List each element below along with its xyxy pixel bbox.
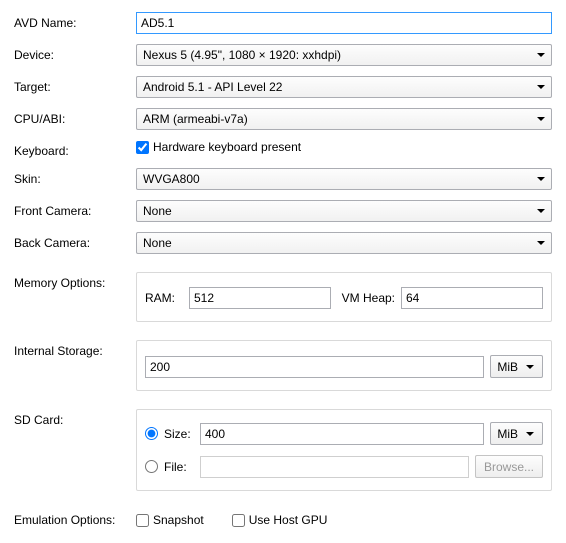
front-camera-value: None [143,204,537,218]
cpu-abi-label: CPU/ABI: [14,108,136,126]
avd-name-input[interactable] [136,12,552,34]
ram-input[interactable] [189,287,331,309]
device-dropdown[interactable]: Nexus 5 (4.95", 1080 × 1920: xxhdpi) [136,44,552,66]
sd-file-input [200,456,469,478]
snapshot-text: Snapshot [153,513,204,527]
chevron-down-icon [537,209,545,213]
back-camera-value: None [143,236,537,250]
front-camera-label: Front Camera: [14,200,136,218]
memory-options-label: Memory Options: [14,272,136,290]
internal-storage-unit-text: MiB [497,360,518,374]
sd-size-radio[interactable] [145,427,158,440]
sd-file-label: File: [164,460,194,474]
chevron-down-icon [537,177,545,181]
internal-storage-unit-dropdown[interactable]: MiB [490,355,543,378]
chevron-down-icon [537,85,545,89]
emulation-options-label: Emulation Options: [14,509,136,527]
back-camera-label: Back Camera: [14,232,136,250]
back-camera-dropdown[interactable]: None [136,232,552,254]
chevron-down-icon [537,117,545,121]
chevron-down-icon [537,241,545,245]
use-host-gpu-text: Use Host GPU [249,513,328,527]
sd-size-unit-text: MiB [497,427,518,441]
snapshot-checkbox-wrap[interactable]: Snapshot [136,513,204,527]
target-label: Target: [14,76,136,94]
ram-label: RAM: [145,291,183,305]
sd-file-radio[interactable] [145,460,158,473]
cpu-abi-value: ARM (armeabi-v7a) [143,112,537,126]
internal-storage-label: Internal Storage: [14,340,136,358]
vm-heap-input[interactable] [401,287,543,309]
chevron-down-icon [526,432,534,436]
hw-keyboard-checkbox[interactable] [136,141,149,154]
sd-size-unit-dropdown[interactable]: MiB [490,422,543,445]
skin-label: Skin: [14,168,136,186]
target-dropdown[interactable]: Android 5.1 - API Level 22 [136,76,552,98]
browse-button: Browse... [475,455,543,478]
sd-card-label: SD Card: [14,409,136,427]
use-host-gpu-checkbox[interactable] [232,514,245,527]
sd-size-input[interactable] [200,423,484,445]
hw-keyboard-checkbox-wrap[interactable]: Hardware keyboard present [136,140,301,154]
internal-storage-input[interactable] [145,356,484,378]
vm-heap-label: VM Heap: [337,291,395,305]
sd-card-group: Size: MiB File: Browse... [136,409,552,491]
use-host-gpu-checkbox-wrap[interactable]: Use Host GPU [232,513,328,527]
internal-storage-group: MiB [136,340,552,391]
chevron-down-icon [537,53,545,57]
device-value: Nexus 5 (4.95", 1080 × 1920: xxhdpi) [143,48,537,62]
memory-options-group: RAM: VM Heap: [136,272,552,322]
skin-value: WVGA800 [143,172,537,186]
hw-keyboard-text: Hardware keyboard present [153,140,301,154]
cpu-abi-dropdown[interactable]: ARM (armeabi-v7a) [136,108,552,130]
snapshot-checkbox[interactable] [136,514,149,527]
skin-dropdown[interactable]: WVGA800 [136,168,552,190]
sd-size-label: Size: [164,427,194,441]
front-camera-dropdown[interactable]: None [136,200,552,222]
avd-name-label: AVD Name: [14,12,136,30]
keyboard-label: Keyboard: [14,140,136,158]
chevron-down-icon [526,365,534,369]
target-value: Android 5.1 - API Level 22 [143,80,537,94]
device-label: Device: [14,44,136,62]
